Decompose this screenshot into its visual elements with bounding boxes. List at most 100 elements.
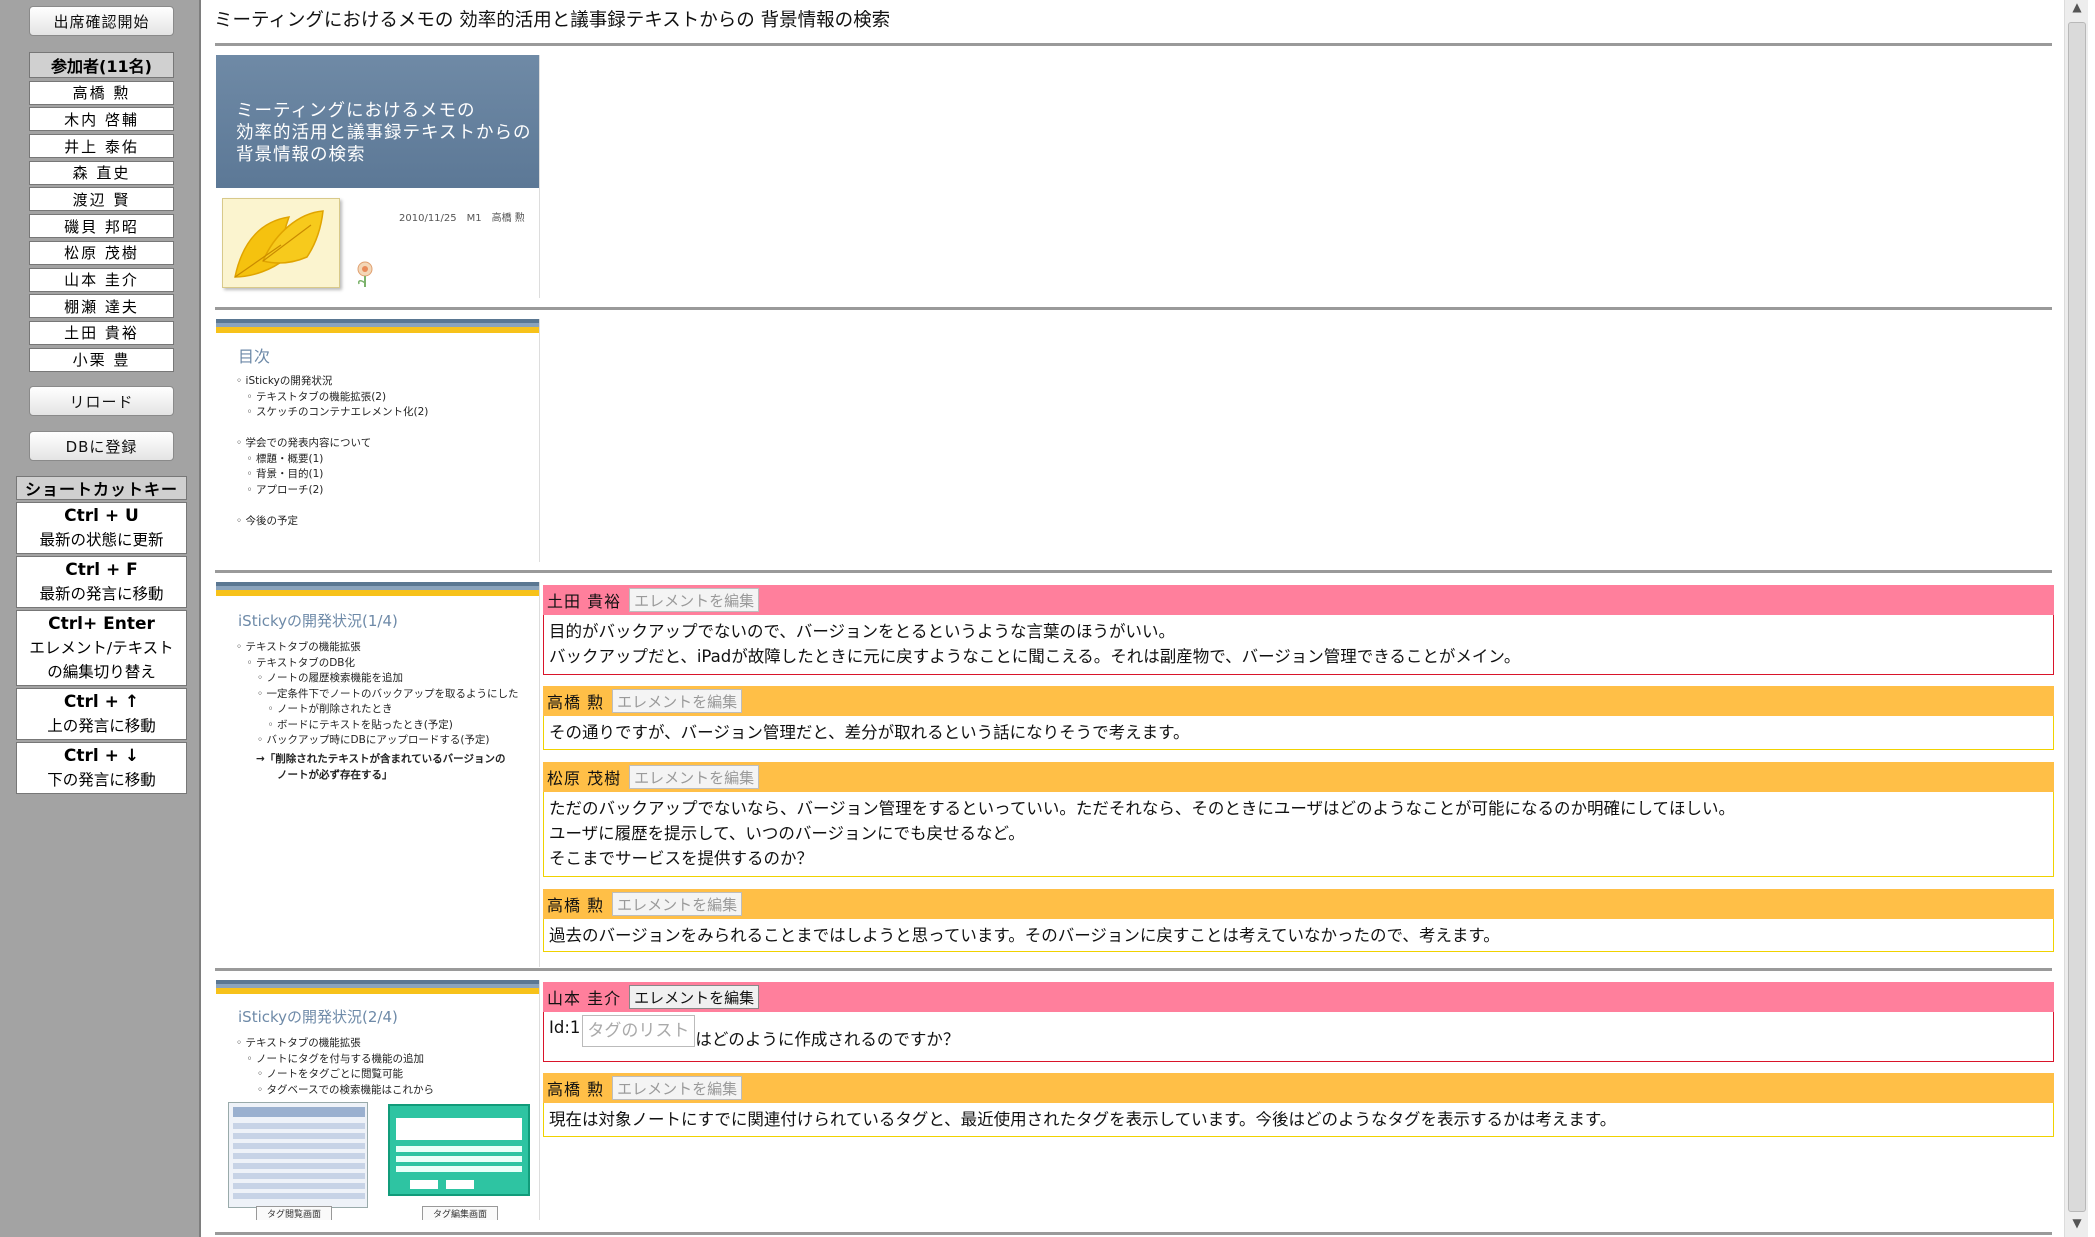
slide-date: 2010/11/25 M1 高橋 勲 (399, 213, 525, 224)
utterance-header: 高橋 勲 エレメントを編集 (543, 889, 2054, 919)
shortcut-key: Ctrl + U (64, 506, 139, 526)
scroll-thumb[interactable] (2068, 22, 2086, 1212)
divider (215, 1232, 2052, 1235)
slide-body-emphasis: →「削除されたテキストが含まれているバージョンの ノートが必ず存在する」 (256, 753, 506, 781)
shortcut-desc: 下の発言に移動 (47, 771, 156, 789)
edit-element-button[interactable]: エレメントを編集 (612, 892, 743, 916)
utterance-line: ユーザに履歴を提示して、いつのバージョンにでも戻せるなど。 (549, 824, 1025, 843)
divider (215, 43, 2052, 46)
shortcut-desc: エレメント/テキスト (29, 639, 174, 657)
tag-edit-screenshot (388, 1104, 530, 1196)
slide-title: iStickyの開発状況(1/4) (238, 612, 398, 630)
participant-item[interactable]: 棚瀬 達夫 (29, 294, 174, 319)
slide-body: ◦ iStickyの開発状況 ◦ テキストタブの機能拡張(2) ◦ スケッチのコ… (236, 375, 429, 527)
participant-item[interactable]: 山本 圭介 (29, 267, 174, 292)
participant-item[interactable]: 井上 泰佑 (29, 134, 174, 159)
speaker-name: 高橋 勲 (547, 896, 605, 915)
utterance-text[interactable]: その通りですが、バージョン管理だと、差分が取れるという話になりそうで考えます。 (543, 716, 2054, 750)
speaker-name: 山本 圭介 (547, 989, 622, 1008)
sidebar: 出席確認開始 参加者(11名) 高橋 勲 木内 啓輔 井上 泰佑 森 直史 渡辺… (0, 0, 201, 1237)
slide-topbar (216, 319, 539, 333)
element-id-label: Id:1 (549, 1018, 581, 1037)
speaker-name: 高橋 勲 (547, 1080, 605, 1099)
register-db-button[interactable]: DBに登録 (29, 431, 174, 461)
slide-body: ◦ テキストタブの機能拡張 ◦ ノートにタグを付与する機能の追加 (236, 1037, 425, 1065)
tag-view-screenshot (228, 1102, 368, 1208)
participant-item[interactable]: 松原 茂樹 (29, 240, 174, 265)
screenshot-caption: タグ編集画面 (422, 1206, 499, 1220)
shortcut-item: Ctrl+ Enter エレメント/テキスト の編集切り替え (16, 610, 187, 686)
speaker-name: 高橋 勲 (547, 693, 605, 712)
shortcut-desc: 最新の状態に更新 (39, 531, 164, 549)
slide-banner: ミーティングにおけるメモの 効率的活用と議事録テキストからの 背景情報の検索 (216, 55, 539, 188)
shortcut-key: Ctrl + ↑ (63, 692, 140, 712)
utterance-header: 山本 圭介 エレメントを編集 (543, 982, 2054, 1012)
scroll-up-arrow-icon[interactable]: ▲ (2065, 0, 2089, 20)
utterance-text[interactable]: 現在は対象ノートにすでに関連付けられているタグと、最近使用されたタグを表示してい… (543, 1103, 2054, 1137)
edit-element-button[interactable]: エレメントを編集 (629, 985, 760, 1009)
slide-thumbnail[interactable]: 目次 ◦ iStickyの開発状況 ◦ テキストタブの機能拡張(2) ◦ スケッ… (216, 319, 540, 562)
shortcut-key: Ctrl + ↓ (63, 746, 140, 766)
edit-element-button[interactable]: エレメントを編集 (612, 689, 743, 713)
slide-banner-text: ミーティングにおけるメモの 効率的活用と議事録テキストからの 背景情報の検索 (236, 101, 532, 165)
speaker-name: 土田 貴裕 (547, 592, 622, 611)
participant-item[interactable]: 森 直史 (29, 160, 174, 185)
participant-item[interactable]: 土田 貴裕 (29, 320, 174, 345)
shortcut-item: Ctrl + ↑ 上の発言に移動 (16, 688, 187, 740)
shortcut-desc: 上の発言に移動 (47, 717, 156, 735)
attendance-start-button[interactable]: 出席確認開始 (29, 6, 174, 36)
utterance-text[interactable]: ただのバックアップでないなら、バージョン管理をするといっていい。ただそれなら、そ… (543, 792, 2054, 877)
shortcut-desc: の編集切り替え (47, 663, 156, 681)
slide-title: iStickyの開発状況(2/4) (238, 1008, 398, 1026)
participant-item[interactable]: 高橋 勲 (29, 80, 174, 105)
utterance-line: バックアップだと、iPadが故障したときに元に戻すようなことに聞こえる。それは副… (549, 647, 1521, 666)
vertical-scrollbar[interactable]: ▲ ▼ (2064, 0, 2088, 1237)
shortcut-panel: ショートカットキー Ctrl + U 最新の状態に更新 Ctrl + F 最新の… (16, 476, 187, 794)
utterance-text[interactable]: 目的がバックアップでないので、バージョンをとるというような言葉のほうがいい。 バ… (543, 615, 2054, 675)
utterance-line: はどのように作成されるのですか？ (695, 1030, 960, 1049)
slide-thumbnail[interactable]: ミーティングにおけるメモの 効率的活用と議事録テキストからの 背景情報の検索 2… (216, 55, 540, 298)
shortcut-desc: 最新の発言に移動 (39, 585, 164, 603)
reload-button[interactable]: リロード (29, 386, 174, 416)
slide-title: 目次 (238, 347, 271, 366)
speaker-name: 松原 茂樹 (547, 769, 622, 788)
utterance-comment: 松原 茂樹 エレメントを編集 ただのバックアップでないなら、バージョン管理をする… (543, 762, 2054, 877)
participant-item[interactable]: 渡辺 賢 (29, 187, 174, 212)
shortcut-key: Ctrl + F (65, 560, 138, 580)
utterance-question: 土田 貴裕 エレメントを編集 目的がバックアップでないので、バージョンをとるとい… (543, 585, 2054, 675)
utterance-header: 高橋 勲 エレメントを編集 (543, 1073, 2054, 1103)
utterance-line: 過去のバージョンをみられることまではしようと思っています。そのバージョンに戻すこ… (549, 926, 1500, 945)
utterance-answer: 高橋 勲 エレメントを編集 過去のバージョンをみられることまではしようと思ってい… (543, 889, 2054, 952)
participant-item[interactable]: 磯貝 邦昭 (29, 214, 174, 239)
page-title: ミーティングにおけるメモの 効率的活用と議事録テキストからの 背景情報の検索 (214, 10, 891, 31)
edit-element-button[interactable]: エレメントを編集 (612, 1076, 743, 1100)
tag-list-element[interactable]: タグのリスト (582, 1015, 696, 1047)
shortcut-item: Ctrl + U 最新の状態に更新 (16, 502, 187, 554)
edit-element-button[interactable]: エレメントを編集 (629, 765, 760, 789)
shortcut-key: Ctrl+ Enter (48, 614, 155, 634)
utterance-line: 現在は対象ノートにすでに関連付けられているタグと、最近使用されたタグを表示してい… (549, 1110, 1617, 1129)
slide-thumbnail[interactable]: iStickyの開発状況(2/4) ◦ テキストタブの機能拡張 ◦ ノートにタグ… (216, 980, 540, 1220)
slide-body-highlight: ◦ ノートの履歴検索機能を追加 ◦ 一定条件下でノートのバックアップを取るように… (256, 672, 519, 746)
slide-topbar (216, 980, 539, 994)
scroll-down-arrow-icon[interactable]: ▼ (2065, 1216, 2089, 1236)
participant-item[interactable]: 木内 啓輔 (29, 107, 174, 132)
utterance-question: 山本 圭介 エレメントを編集 Id:1 タグのリスト はどのように作成されるのですか… (543, 982, 2054, 1062)
ginkgo-image (222, 198, 340, 288)
utterance-text[interactable]: 過去のバージョンをみられることまではしようと思っています。そのバージョンに戻すこ… (543, 919, 2054, 952)
slide-body: ◦ テキストタブの機能拡張 ◦ テキストタブのDB化 (236, 641, 361, 669)
slide-topbar (216, 582, 539, 596)
utterance-line: ただのバックアップでないなら、バージョン管理をするといっていい。ただそれなら、そ… (549, 799, 1736, 818)
utterance-answer: 高橋 勲 エレメントを編集 その通りですが、バージョン管理だと、差分が取れるとい… (543, 686, 2054, 750)
participants-header: 参加者(11名) (29, 52, 174, 78)
screenshot-caption: タグ閲覧画面 (256, 1206, 333, 1220)
divider (215, 968, 2052, 971)
participants-panel: 参加者(11名) 高橋 勲 木内 啓輔 井上 泰佑 森 直史 渡辺 賢 磯貝 邦… (29, 52, 174, 372)
participant-item[interactable]: 小栗 豊 (29, 347, 174, 372)
utterance-line: 目的がバックアップでないので、バージョンをとるというような言葉のほうがいい。 (549, 622, 1176, 641)
shortcut-item: Ctrl + F 最新の発言に移動 (16, 556, 187, 608)
edit-element-button[interactable]: エレメントを編集 (629, 588, 760, 612)
utterance-text[interactable]: Id:1 タグのリスト はどのように作成されるのですか？ (543, 1012, 2054, 1062)
utterance-line: その通りですが、バージョン管理だと、差分が取れるという話になりそうで考えます。 (549, 723, 1190, 742)
slide-thumbnail[interactable]: iStickyの開発状況(1/4) ◦ テキストタブの機能拡張 ◦ テキストタブ… (216, 582, 540, 967)
